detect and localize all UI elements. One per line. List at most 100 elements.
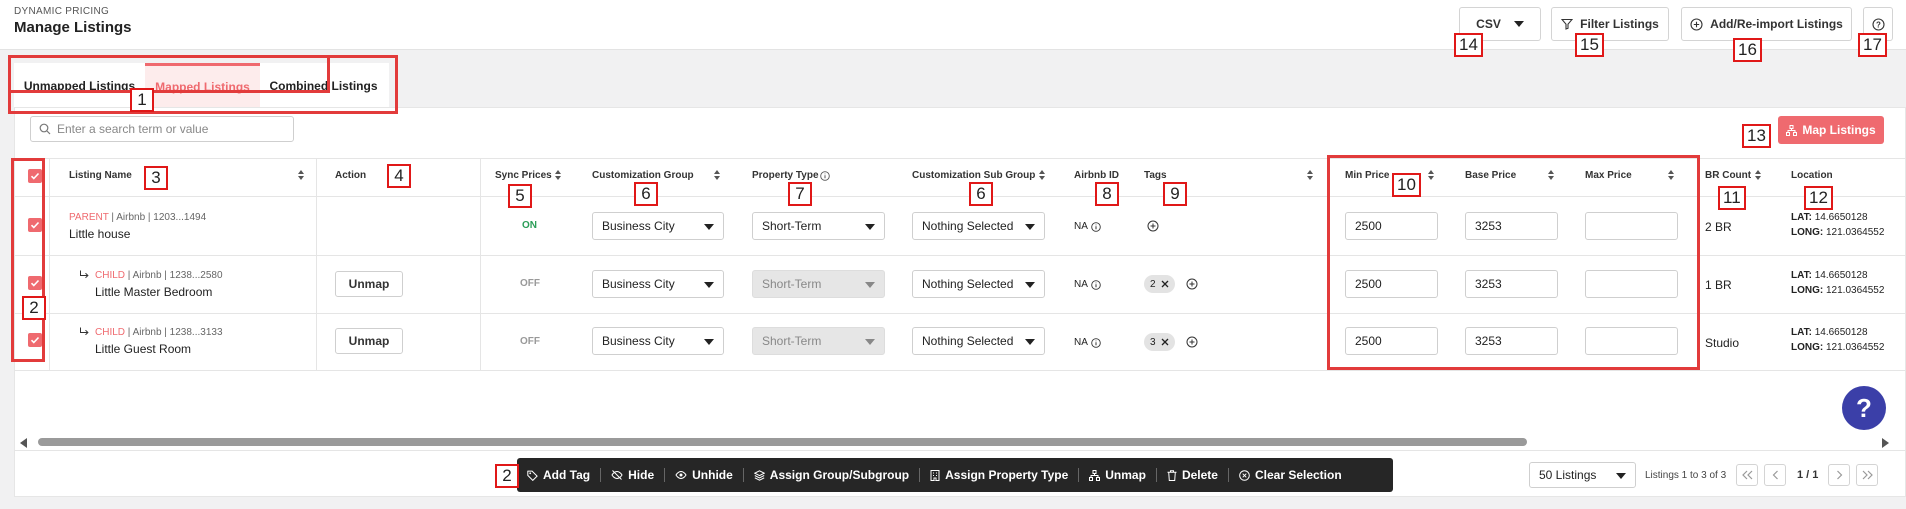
unmap-button[interactable]: Unmap — [335, 271, 403, 297]
csv-label: CSV — [1476, 17, 1501, 31]
airbnb-id-text: NA — [1074, 337, 1088, 348]
horizontal-scrollbar[interactable] — [20, 436, 1890, 448]
sync-prices-toggle[interactable]: OFF — [520, 278, 540, 289]
sync-prices-toggle[interactable]: ON — [522, 220, 537, 231]
info-icon[interactable] — [820, 171, 830, 181]
caret-down-icon — [865, 282, 875, 288]
select-value: Business City — [602, 334, 675, 348]
caret-down-icon — [1025, 224, 1035, 230]
add-reimport-label: Add/Re-import Listings — [1710, 17, 1843, 31]
add-tag-icon[interactable] — [1186, 336, 1198, 348]
assign-group-subgroup-button[interactable]: Assign Group/Subgroup — [744, 468, 919, 482]
unmap-button[interactable]: Unmap — [335, 328, 403, 354]
info-icon[interactable] — [1091, 279, 1101, 290]
map-listings-button[interactable]: Map Listings — [1778, 116, 1884, 144]
info-icon[interactable] — [1091, 337, 1101, 348]
listing-role-badge: CHILD — [95, 270, 126, 281]
close-icon[interactable] — [1161, 338, 1169, 346]
caret-down-icon — [1513, 21, 1524, 27]
annotation-badge: 4 — [387, 164, 411, 188]
help-circle-icon: ? — [1871, 17, 1885, 31]
column-header-customization-group[interactable]: Customization Group — [592, 170, 694, 181]
select-value: Business City — [602, 277, 675, 291]
customization-group-select[interactable]: Business City — [592, 212, 724, 240]
page-size-select[interactable]: 50 Listings — [1529, 462, 1636, 488]
tag-count: 2 — [1150, 278, 1156, 290]
clear-selection-button[interactable]: Clear Selection — [1229, 468, 1352, 482]
delete-button[interactable]: Delete — [1157, 468, 1228, 482]
search-input[interactable]: Enter a search term or value — [30, 116, 294, 142]
double-chevron-right-icon — [1862, 470, 1873, 480]
column-header-location: Location — [1791, 170, 1833, 181]
annotation-badge: 15 — [1575, 33, 1604, 57]
location-value: LAT: 14.6650128 LONG: 121.0364552 — [1791, 268, 1884, 298]
last-page-button[interactable] — [1856, 464, 1878, 486]
sort-icon[interactable] — [1306, 169, 1314, 181]
customization-sub-group-select[interactable]: Nothing Selected — [912, 270, 1045, 298]
next-page-button[interactable] — [1828, 464, 1850, 486]
listing-role-badge: CHILD — [95, 327, 126, 338]
add-tag-icon[interactable] — [1186, 278, 1198, 290]
column-header-listing-name[interactable]: Listing Name — [69, 170, 132, 181]
annotation-badge: 7 — [788, 182, 812, 206]
map-listings-label: Map Listings — [1802, 123, 1876, 137]
tag-count-chip[interactable]: 3 — [1144, 333, 1175, 351]
customization-sub-group-select[interactable]: Nothing Selected — [912, 212, 1045, 240]
caret-down-icon — [865, 339, 875, 345]
close-icon[interactable] — [1161, 280, 1169, 288]
column-header-br-count[interactable]: BR Count — [1705, 170, 1751, 181]
caret-down-icon — [1025, 339, 1035, 345]
customization-group-select[interactable]: Business City — [592, 327, 724, 355]
lat-value: 14.6650128 — [1814, 212, 1868, 223]
sort-icon[interactable] — [1754, 169, 1762, 181]
scroll-left-arrow-icon[interactable] — [20, 438, 27, 448]
listing-name: Little house — [69, 227, 131, 241]
page-indicator: 1 / 1 — [1797, 469, 1819, 481]
info-icon[interactable] — [1091, 221, 1101, 232]
sync-prices-toggle[interactable]: OFF — [520, 336, 540, 347]
annotation-badge: 17 — [1858, 33, 1887, 57]
eye-off-icon — [611, 470, 623, 480]
sort-icon[interactable] — [713, 169, 721, 181]
sort-icon[interactable] — [297, 169, 305, 181]
unhide-button[interactable]: Unhide — [665, 468, 743, 482]
airbnb-id-text: NA — [1074, 221, 1088, 232]
property-type-select[interactable]: Short-Term — [752, 212, 885, 240]
listing-source: | Airbnb | 1238...2580 — [127, 270, 223, 281]
add-reimport-listings-button[interactable]: Add/Re-import Listings — [1681, 7, 1852, 41]
search-placeholder: Enter a search term or value — [57, 122, 209, 136]
assign-property-type-label: Assign Property Type — [945, 468, 1069, 482]
sort-icon[interactable] — [1038, 169, 1046, 181]
column-header-airbnb-id: Airbnb ID — [1074, 170, 1119, 181]
customization-group-select[interactable]: Business City — [592, 270, 724, 298]
scroll-right-arrow-icon[interactable] — [1882, 438, 1889, 448]
listing-meta: CHILD | Airbnb | 1238...2580 — [95, 270, 223, 281]
customization-sub-group-select[interactable]: Nothing Selected — [912, 327, 1045, 355]
assign-property-type-button[interactable]: Assign Property Type — [920, 468, 1078, 482]
page-eyebrow: DYNAMIC PRICING — [14, 6, 110, 17]
property-type-select: Short-Term — [752, 270, 885, 298]
filter-listings-button[interactable]: Filter Listings — [1551, 7, 1669, 41]
caret-down-icon — [1616, 473, 1626, 479]
previous-page-button[interactable] — [1764, 464, 1786, 486]
column-header-tags[interactable]: Tags — [1144, 170, 1167, 181]
sort-icon[interactable] — [554, 169, 562, 181]
listing-meta: PARENT | Airbnb | 1203...1494 — [69, 212, 206, 223]
annotation-badge: 12 — [1804, 186, 1833, 210]
hide-button[interactable]: Hide — [601, 468, 664, 482]
add-tag-button[interactable]: Add Tag — [517, 468, 600, 482]
long-label: LONG: — [1791, 342, 1824, 353]
bulk-unmap-button[interactable]: Unmap — [1079, 468, 1156, 482]
column-header-sync-prices[interactable]: Sync Prices — [495, 170, 552, 181]
building-icon — [930, 469, 940, 481]
br-count-value: Studio — [1705, 336, 1740, 350]
add-tag-icon[interactable] — [1147, 220, 1159, 232]
first-page-button[interactable] — [1736, 464, 1758, 486]
airbnb-id-value: NA — [1074, 221, 1101, 232]
page-size-value: 50 Listings — [1539, 468, 1597, 482]
scrollbar-thumb[interactable] — [38, 438, 1527, 446]
select-value: Short-Term — [762, 334, 822, 348]
help-fab-button[interactable]: ? — [1842, 386, 1886, 430]
column-header-customization-sub-group[interactable]: Customization Sub Group — [912, 170, 1035, 181]
tag-count-chip[interactable]: 2 — [1144, 275, 1175, 293]
